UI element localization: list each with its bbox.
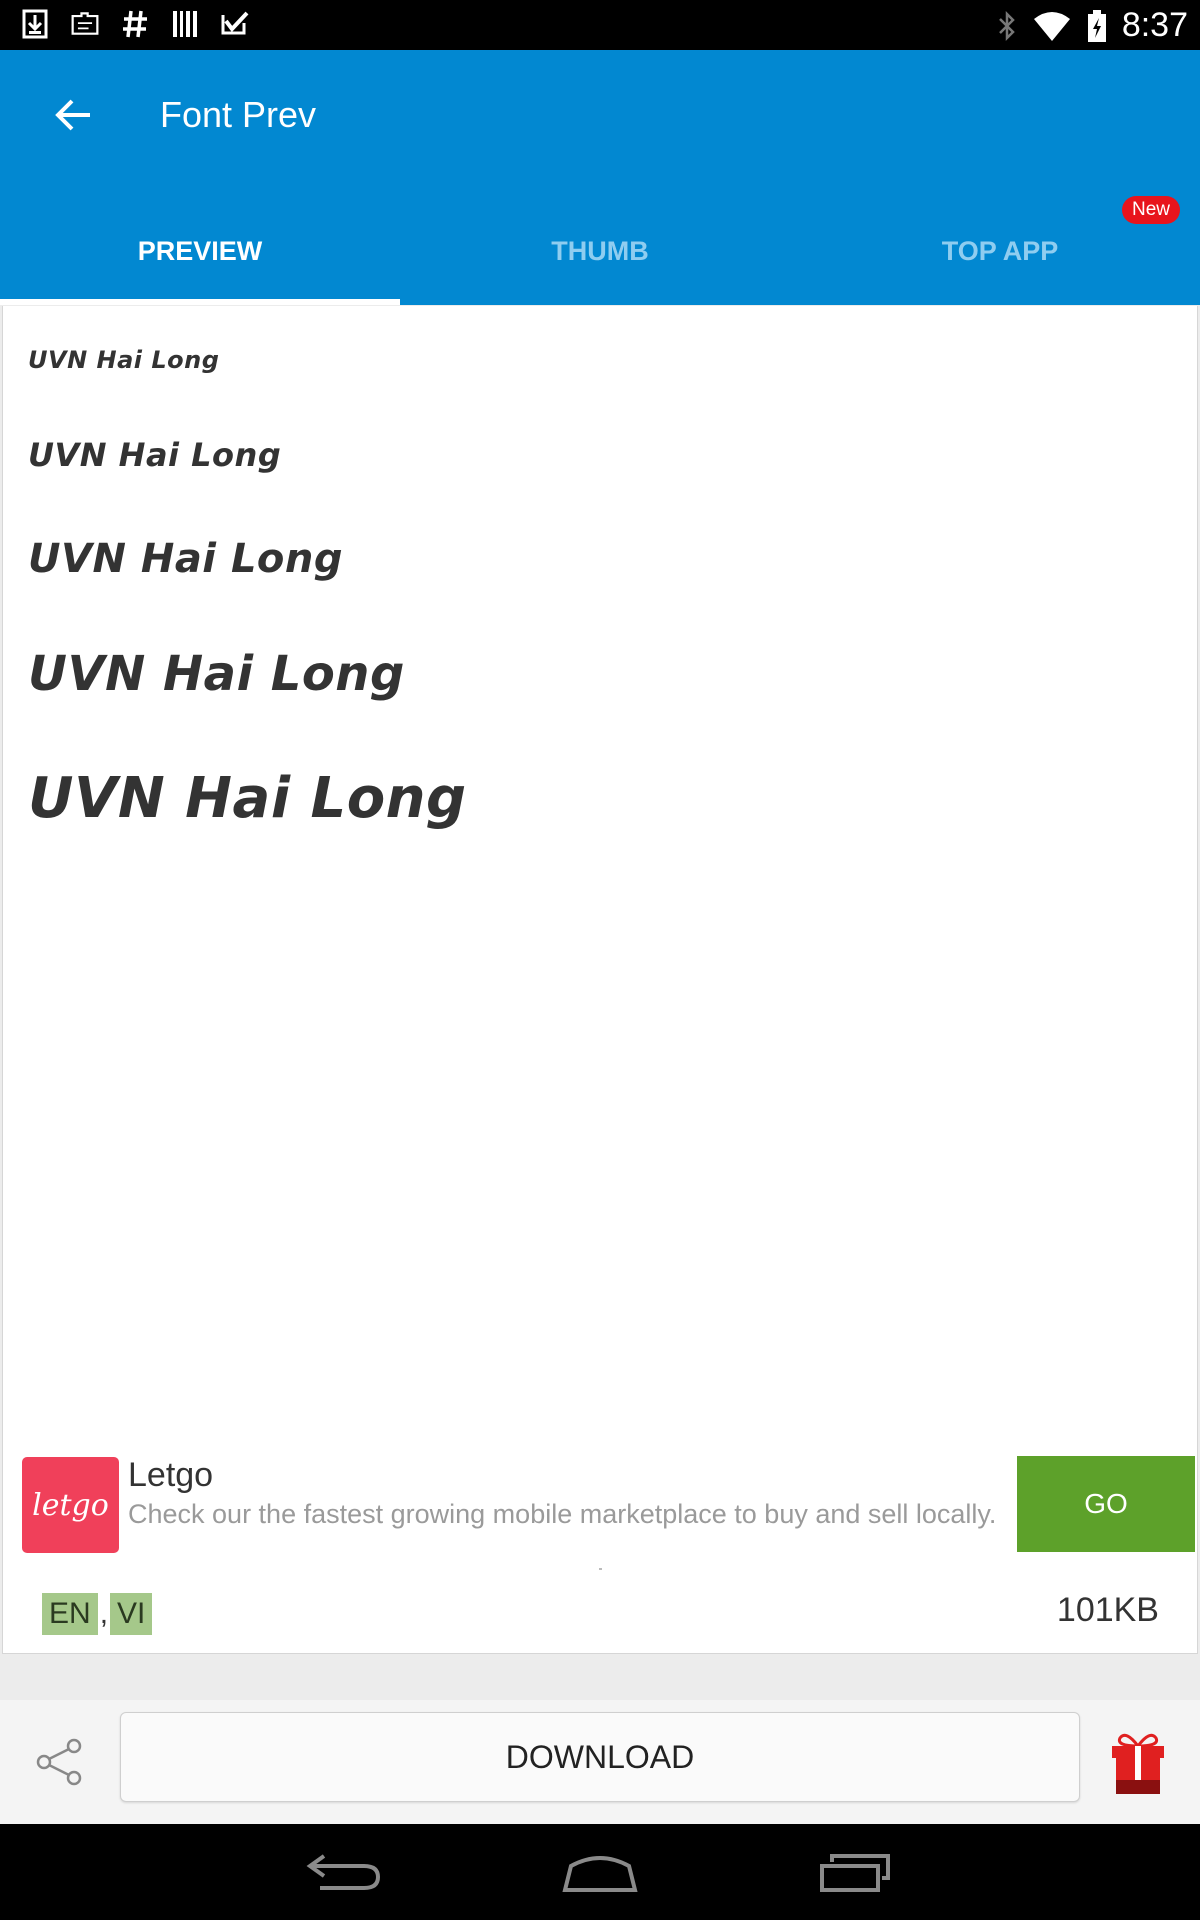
navigation-bar — [0, 1824, 1200, 1920]
system-icons: 8:37 — [996, 6, 1188, 45]
tab-preview[interactable]: PREVIEW — [0, 220, 400, 305]
clipboard-icon — [70, 8, 100, 40]
share-icon — [36, 1738, 82, 1786]
font-sample-3: UVN Hai Long — [28, 536, 344, 582]
ad-go-button[interactable]: GO — [1017, 1456, 1195, 1552]
download-icon — [20, 8, 50, 40]
check-mail-icon — [220, 8, 250, 40]
recents-nav-icon — [820, 1854, 890, 1892]
language-tags: EN , VI — [42, 1593, 153, 1635]
recents-nav-button[interactable] — [810, 1844, 900, 1900]
ad-logo[interactable]: letgo — [22, 1457, 119, 1553]
preview-card: UVN Hai Long UVN Hai Long UVN Hai Long U… — [2, 306, 1198, 1654]
ad-title[interactable]: Letgo — [128, 1456, 213, 1495]
home-nav-button[interactable] — [555, 1844, 645, 1900]
tab-bar: PREVIEW THUMB TOP APP — [0, 220, 1200, 305]
arrow-left-icon — [55, 99, 90, 131]
font-sample-4: UVN Hai Long — [28, 646, 405, 702]
tab-thumb[interactable]: THUMB — [400, 220, 800, 305]
gift-ad-button[interactable] — [1108, 1730, 1168, 1794]
tab-top-app[interactable]: TOP APP — [800, 220, 1200, 305]
font-sample-2: UVN Hai Long — [28, 436, 282, 474]
hash-icon — [120, 8, 150, 40]
font-sample-5: UVN Hai Long — [28, 766, 467, 831]
language-separator: , — [99, 1597, 109, 1630]
font-sample-1: UVN Hai Long — [28, 346, 220, 374]
home-nav-icon — [562, 1856, 638, 1892]
notification-icons — [20, 8, 250, 40]
language-tag-en: EN — [42, 1593, 98, 1635]
gift-ad-icon — [1112, 1733, 1164, 1794]
bluetooth-icon — [998, 10, 1015, 41]
back-nav-icon — [306, 1854, 381, 1890]
bottom-action-bar: DOWNLOAD — [0, 1700, 1200, 1824]
status-bar: 8:37 — [0, 0, 1200, 50]
page-title: Font Prev — [160, 94, 317, 135]
back-nav-button[interactable] — [300, 1844, 390, 1900]
new-badge: New — [1121, 196, 1180, 224]
ad-description: Check our the fastest growing mobile mar… — [128, 1499, 997, 1529]
ad-indicator — [599, 1568, 602, 1570]
language-tag-vi: VI — [110, 1593, 153, 1635]
clock: 8:37 — [1121, 6, 1188, 44]
ad-logo-text: letgo — [32, 1487, 109, 1523]
share-button[interactable] — [34, 1736, 86, 1788]
barcode-icon — [170, 8, 200, 40]
back-button[interactable] — [44, 90, 104, 140]
battery-charging-icon — [1087, 9, 1106, 42]
download-button[interactable]: DOWNLOAD — [120, 1712, 1080, 1802]
wifi-icon — [1033, 11, 1070, 41]
file-size: 101KB — [1056, 1591, 1159, 1629]
app-bar: Font Prev PREVIEW THUMB TOP APP New — [0, 50, 1200, 305]
